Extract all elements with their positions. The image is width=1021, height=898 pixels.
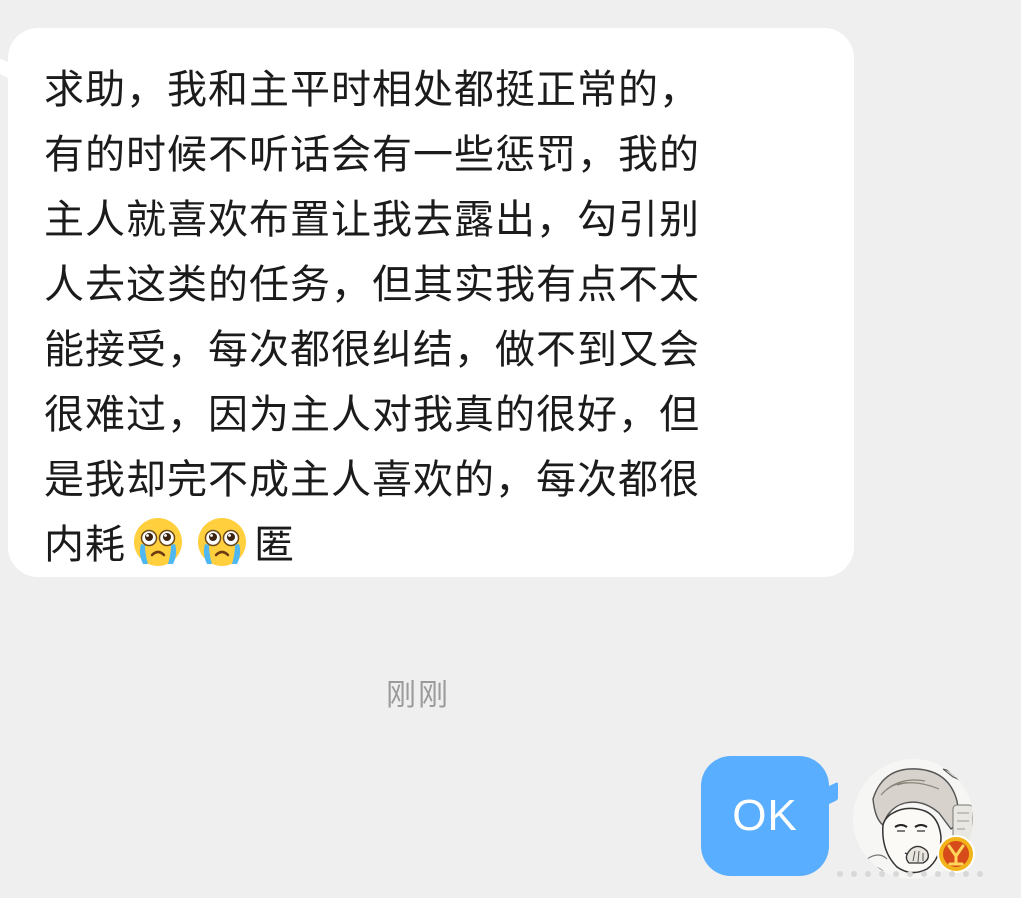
message-line: 人去这类的任务，但其实我有点不太: [44, 262, 700, 308]
message-line: 能接受，每次都很纠结，做不到又会: [44, 327, 700, 373]
crying-face-icon: [134, 518, 182, 566]
message-line: 求助，我和主平时相处都挺正常的，: [44, 67, 700, 113]
outgoing-message-text: OK: [732, 791, 798, 840]
watermark-dots: [837, 871, 983, 877]
crying-face-icon: [198, 518, 246, 566]
outgoing-message-bubble[interactable]: OK: [701, 756, 829, 876]
incoming-message-bubble[interactable]: 求助，我和主平时相处都挺正常的， 有的时候不听话会有一些惩罚，我的 主人就喜欢布…: [8, 28, 854, 577]
message-text-segment: 内耗: [44, 522, 126, 568]
incoming-message-text: 求助，我和主平时相处都挺正常的， 有的时候不听话会有一些惩罚，我的 主人就喜欢布…: [44, 58, 824, 578]
message-last-line: 内耗 匿: [44, 513, 824, 578]
message-text-segment: 匿: [254, 522, 295, 568]
message-line: 主人就喜欢布置让我去露出，勾引别: [44, 197, 700, 243]
message-line: 有的时候不听话会有一些惩罚，我的: [44, 132, 700, 178]
message-timestamp: 刚刚: [386, 678, 450, 713]
message-line: 是我却完不成主人喜欢的，每次都很: [44, 457, 700, 503]
message-line: 很难过，因为主人对我真的很好，但: [44, 392, 700, 438]
